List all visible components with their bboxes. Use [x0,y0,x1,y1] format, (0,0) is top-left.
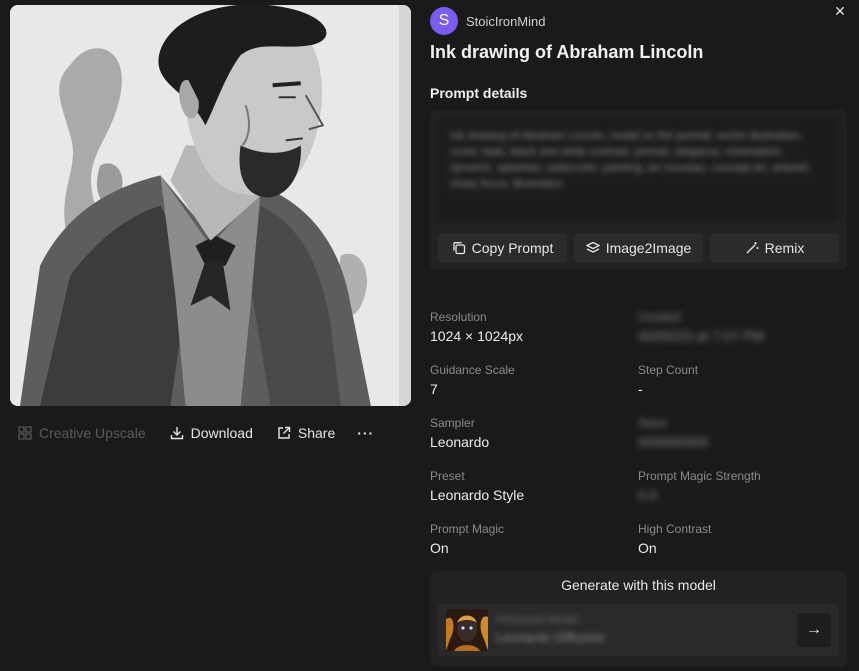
meta-value: On [638,540,657,556]
copy-icon [452,242,465,255]
model-thumbnail-image [446,609,488,651]
meta-step-count: Step Count - [638,363,846,399]
creative-upscale-label: Creative Upscale [39,425,146,441]
creative-upscale-button[interactable]: Creative Upscale [10,418,154,448]
meta-value: 00/00/23 at 7:07 PM [638,328,765,344]
model-name: Finetuned Model [496,614,578,626]
meta-value: 1024 × 1024px [430,328,524,344]
meta-value: 000000000 [638,434,709,450]
meta-value: Leonardo Style [430,487,525,503]
layers-icon [585,241,600,253]
meta-label: Seed [638,416,667,430]
model-subtitle: Leonardo Diffusion [496,630,605,645]
download-button[interactable]: Download [162,418,261,448]
meta-label: Preset [430,469,465,483]
share-button[interactable]: Share [269,418,343,448]
meta-value: 7 [430,381,438,397]
magic-wand-icon [746,242,759,254]
prompt-details-card: Ink drawing of Abraham Lincoln, model on… [430,110,847,270]
model-thumbnail [446,609,488,651]
more-options-button[interactable]: ··· [351,418,380,448]
more-options-icon: ··· [357,425,375,441]
meta-label: Step Count [638,363,699,377]
meta-created: Created 00/00/23 at 7:07 PM [638,310,846,346]
copy-prompt-label: Copy Prompt [471,240,554,256]
meta-prompt-magic: Prompt Magic On [430,522,638,558]
use-model-button[interactable]: → [797,613,831,647]
image2image-label: Image2Image [605,240,692,256]
generation-metadata: Resolution 1024 × 1024px Created 00/00/2… [430,310,850,558]
share-label: Share [297,425,336,441]
meta-label: Prompt Magic [430,522,505,536]
meta-value: 0.0 [638,487,658,503]
image-detail-modal: Creative Upscale Download Share ··· ✕ S … [0,0,859,671]
page-title: Ink drawing of Abraham Lincoln [430,42,704,62]
prompt-text: Ink drawing of Abraham Lincoln, model on… [438,118,839,222]
upscale-grid-icon [18,426,32,440]
lincoln-ink-drawing [10,5,411,406]
download-label: Download [190,425,253,441]
prompt-action-bar: Copy Prompt Image2Image Remix [438,233,839,263]
meta-guidance-scale: Guidance Scale 7 [430,363,638,399]
meta-value: Leonardo [430,434,490,450]
meta-label: Resolution [430,310,487,324]
meta-high-contrast: High Contrast On [638,522,846,558]
meta-value: On [430,540,449,556]
meta-seed: Seed 000000000 [638,416,846,452]
remix-label: Remix [764,240,805,256]
close-icon: ✕ [834,2,846,19]
prompt-details-heading: Prompt details [430,85,528,101]
model-card: Generate with this model Finetuned Model… [430,571,847,666]
remix-button[interactable]: Remix [710,233,839,263]
meta-value: - [638,381,643,397]
close-button[interactable]: ✕ [829,0,851,22]
generated-image[interactable] [10,5,411,406]
model-section-title: Generate with this model [561,577,716,593]
meta-label: Created [638,310,681,324]
image2image-button[interactable]: Image2Image [574,233,703,263]
arrow-right-icon: → [806,621,822,638]
avatar: S [430,7,458,35]
meta-sampler: Sampler Leonardo [430,416,638,452]
share-icon [278,426,291,439]
meta-label: High Contrast [638,522,712,536]
meta-preset: Preset Leonardo Style [430,469,638,505]
meta-resolution: Resolution 1024 × 1024px [430,310,638,346]
image-action-bar: Creative Upscale Download Share ··· [10,418,410,448]
creator-info[interactable]: S StoicIronMind [430,6,545,36]
download-icon [170,427,183,440]
meta-label: Prompt Magic Strength [638,469,761,483]
username: StoicIronMind [466,13,546,29]
model-row[interactable]: Finetuned Model Leonardo Diffusion → [438,604,839,656]
copy-prompt-button[interactable]: Copy Prompt [438,233,567,263]
meta-label: Guidance Scale [430,363,515,377]
meta-label: Sampler [430,416,475,430]
meta-prompt-magic-strength: Prompt Magic Strength 0.0 [638,469,846,505]
